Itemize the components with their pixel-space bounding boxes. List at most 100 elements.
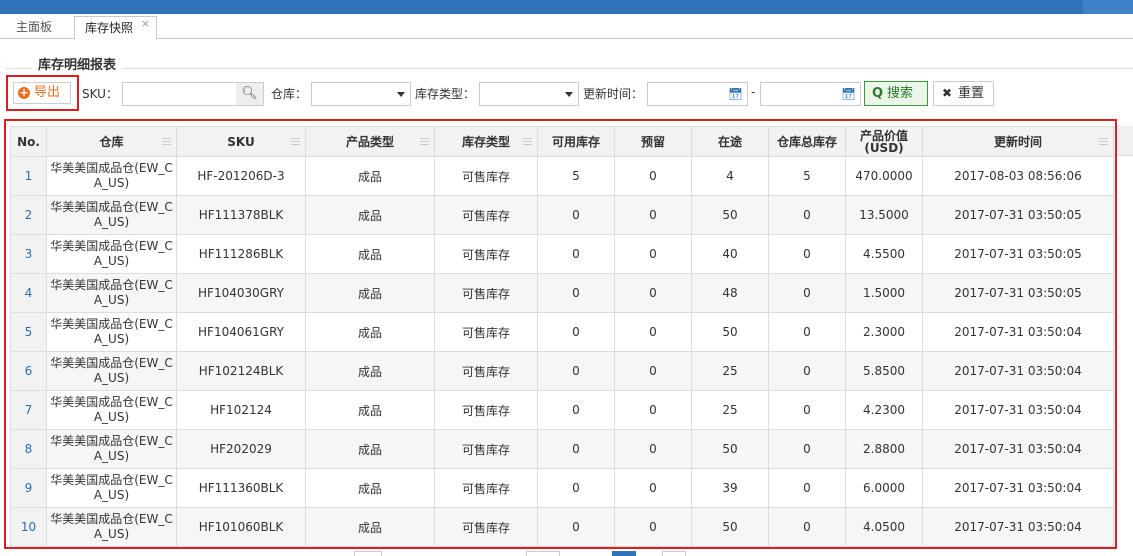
header-menu-button[interactable] xyxy=(1083,0,1133,14)
cell-updated: 2017-07-31 03:50:04 xyxy=(922,507,1114,547)
cell-sku: HF101060BLK xyxy=(176,507,306,547)
pager-page-input[interactable] xyxy=(526,551,560,556)
close-icon[interactable]: × xyxy=(141,13,150,35)
cell-stock-type: 可售库存 xyxy=(434,234,538,274)
tab-inventory-snapshot[interactable]: 库存快照 × xyxy=(74,16,157,40)
row-number: 7 xyxy=(10,390,47,430)
cell-product-type: 成品 xyxy=(305,312,435,352)
cell-product-type: 成品 xyxy=(305,390,435,430)
search-button[interactable]: Q 搜索 xyxy=(864,81,928,106)
chevron-down-icon xyxy=(565,92,573,97)
export-label: 导出 xyxy=(34,85,61,100)
column-header-in-transit[interactable]: 在途 xyxy=(691,126,769,157)
tab-dashboard[interactable]: 主面板 xyxy=(6,16,62,39)
column-menu-icon[interactable] xyxy=(523,138,532,145)
cell-sku: HF104030GRY xyxy=(176,273,306,313)
table-body: 1 华美美国成品仓(EW_CA_US) HF-201206D-3 成品 可售库存 5 0 4 5… xyxy=(10,156,1114,547)
search-icon[interactable]: 🔍︎ xyxy=(236,82,264,106)
date-to-input[interactable]: 📅︎ xyxy=(760,82,861,106)
table-row[interactable]: 5 华美美国成品仓(EW_CA_US) HF104061GRY 成品 可售库存 0 0 50 0… xyxy=(10,312,1114,352)
column-header-reserved[interactable]: 预留 xyxy=(614,126,692,157)
stock-type-select[interactable] xyxy=(479,82,579,106)
cell-reserved: 0 xyxy=(614,195,692,235)
pager-current-page[interactable] xyxy=(612,551,636,556)
reset-button-label: 重置 xyxy=(958,86,985,101)
cell-reserved: 0 xyxy=(614,351,692,391)
stock-type-label: 库存类型： xyxy=(415,87,476,101)
column-header-updated[interactable]: 更新时间 xyxy=(922,126,1114,157)
table-row[interactable]: 2 华美美国成品仓(EW_CA_US) HF111378BLK 成品 可售库存 0 0 50 0… xyxy=(10,195,1114,235)
cell-product-type: 成品 xyxy=(305,429,435,469)
cell-warehouse: 华美美国成品仓(EW_CA_US) xyxy=(46,468,177,508)
column-header-no[interactable]: No. xyxy=(10,126,47,157)
cell-warehouse: 华美美国成品仓(EW_CA_US) xyxy=(46,429,177,469)
column-menu-icon[interactable] xyxy=(420,138,429,145)
cell-available: 0 xyxy=(537,507,615,547)
cell-in-transit: 48 xyxy=(691,273,769,313)
row-number: 6 xyxy=(10,351,47,391)
export-button[interactable]: + 导出 xyxy=(13,82,71,104)
cell-value: 4.5500 xyxy=(845,234,923,274)
column-menu-icon[interactable] xyxy=(291,138,300,145)
reset-button[interactable]: ✖ 重置 xyxy=(933,81,994,106)
table-row[interactable]: 9 华美美国成品仓(EW_CA_US) HF111360BLK 成品 可售库存 0 0 39 0… xyxy=(10,468,1114,508)
warehouse-select[interactable] xyxy=(311,82,411,106)
cell-updated: 2017-07-31 03:50:05 xyxy=(922,234,1114,274)
row-number: 10 xyxy=(10,507,47,547)
cell-stock-type: 可售库存 xyxy=(434,156,538,196)
cell-sku: HF102124 xyxy=(176,390,306,430)
cell-in-transit: 25 xyxy=(691,390,769,430)
cell-value: 4.0500 xyxy=(845,507,923,547)
cell-stock-type: 可售库存 xyxy=(434,390,538,430)
tab-label: 库存快照 xyxy=(85,21,134,35)
column-header-total[interactable]: 仓库总库存 xyxy=(768,126,846,157)
filter-toolbar: + 导出 SKU： 🔍︎ 仓库： 库存类型： 更新时间： 📅︎ - 📅︎ Q 搜… xyxy=(0,75,1133,116)
cell-stock-type: 可售库存 xyxy=(434,468,538,508)
table-row[interactable]: 8 华美美国成品仓(EW_CA_US) HF202029 成品 可售库存 0 0 50 0 2.8… xyxy=(10,429,1114,469)
sku-input[interactable] xyxy=(122,82,237,106)
column-header-sku[interactable]: SKU xyxy=(176,126,306,157)
cell-warehouse: 华美美国成品仓(EW_CA_US) xyxy=(46,390,177,430)
cell-reserved: 0 xyxy=(614,390,692,430)
column-header-stock-type[interactable]: 库存类型 xyxy=(434,126,538,157)
table-row[interactable]: 3 华美美国成品仓(EW_CA_US) HF111286BLK 成品 可售库存 0 0 40 0… xyxy=(10,234,1114,274)
chevron-down-icon xyxy=(397,92,405,97)
table-row[interactable]: 1 华美美国成品仓(EW_CA_US) HF-201206D-3 成品 可售库存 5 0 4 5… xyxy=(10,156,1114,196)
search-button-label: 搜索 xyxy=(887,86,914,101)
cell-available: 0 xyxy=(537,390,615,430)
table-row[interactable]: 4 华美美国成品仓(EW_CA_US) HF104030GRY 成品 可售库存 0 0 48 0… xyxy=(10,273,1114,313)
table-row[interactable]: 6 华美美国成品仓(EW_CA_US) HF102124BLK 成品 可售库存 0 0 25 0… xyxy=(10,351,1114,391)
cell-reserved: 0 xyxy=(614,156,692,196)
cell-updated: 2017-07-31 03:50:05 xyxy=(922,273,1114,313)
column-header-warehouse[interactable]: 仓库 xyxy=(46,126,177,157)
cell-updated: 2017-08-03 08:56:06 xyxy=(922,156,1114,196)
column-header-product-type[interactable]: 产品类型 xyxy=(305,126,435,157)
cell-reserved: 0 xyxy=(614,507,692,547)
cell-warehouse: 华美美国成品仓(EW_CA_US) xyxy=(46,195,177,235)
column-menu-icon[interactable] xyxy=(1099,138,1108,145)
update-time-label: 更新时间： xyxy=(583,87,644,101)
cell-product-type: 成品 xyxy=(305,156,435,196)
row-number: 1 xyxy=(10,156,47,196)
grid-header-filler xyxy=(1117,126,1133,156)
pager-first-button[interactable] xyxy=(354,551,382,556)
column-menu-icon[interactable] xyxy=(162,138,171,145)
cell-sku: HF202029 xyxy=(176,429,306,469)
cell-value: 470.0000 xyxy=(845,156,923,196)
cell-updated: 2017-07-31 03:50:04 xyxy=(922,390,1114,430)
table-row[interactable]: 10 华美美国成品仓(EW_CA_US) HF101060BLK 成品 可售库存 0 0 50… xyxy=(10,507,1114,547)
column-header-available[interactable]: 可用库存 xyxy=(537,126,615,157)
calendar-icon[interactable]: 📅︎ xyxy=(841,87,856,101)
pager-next-button[interactable] xyxy=(662,551,686,556)
cell-value: 5.8500 xyxy=(845,351,923,391)
cell-stock-type: 可售库存 xyxy=(434,312,538,352)
date-from-input[interactable]: 📅︎ xyxy=(647,82,748,106)
cell-value: 2.8800 xyxy=(845,429,923,469)
calendar-icon[interactable]: 📅︎ xyxy=(728,87,743,101)
cell-product-type: 成品 xyxy=(305,273,435,313)
cell-warehouse: 华美美国成品仓(EW_CA_US) xyxy=(46,234,177,274)
cell-reserved: 0 xyxy=(614,468,692,508)
table-row[interactable]: 7 华美美国成品仓(EW_CA_US) HF102124 成品 可售库存 0 0 25 0 4.2… xyxy=(10,390,1114,430)
column-header-value[interactable]: 产品价值(USD) xyxy=(845,126,923,157)
tab-bar: 主面板 库存快照 × xyxy=(0,14,1133,40)
